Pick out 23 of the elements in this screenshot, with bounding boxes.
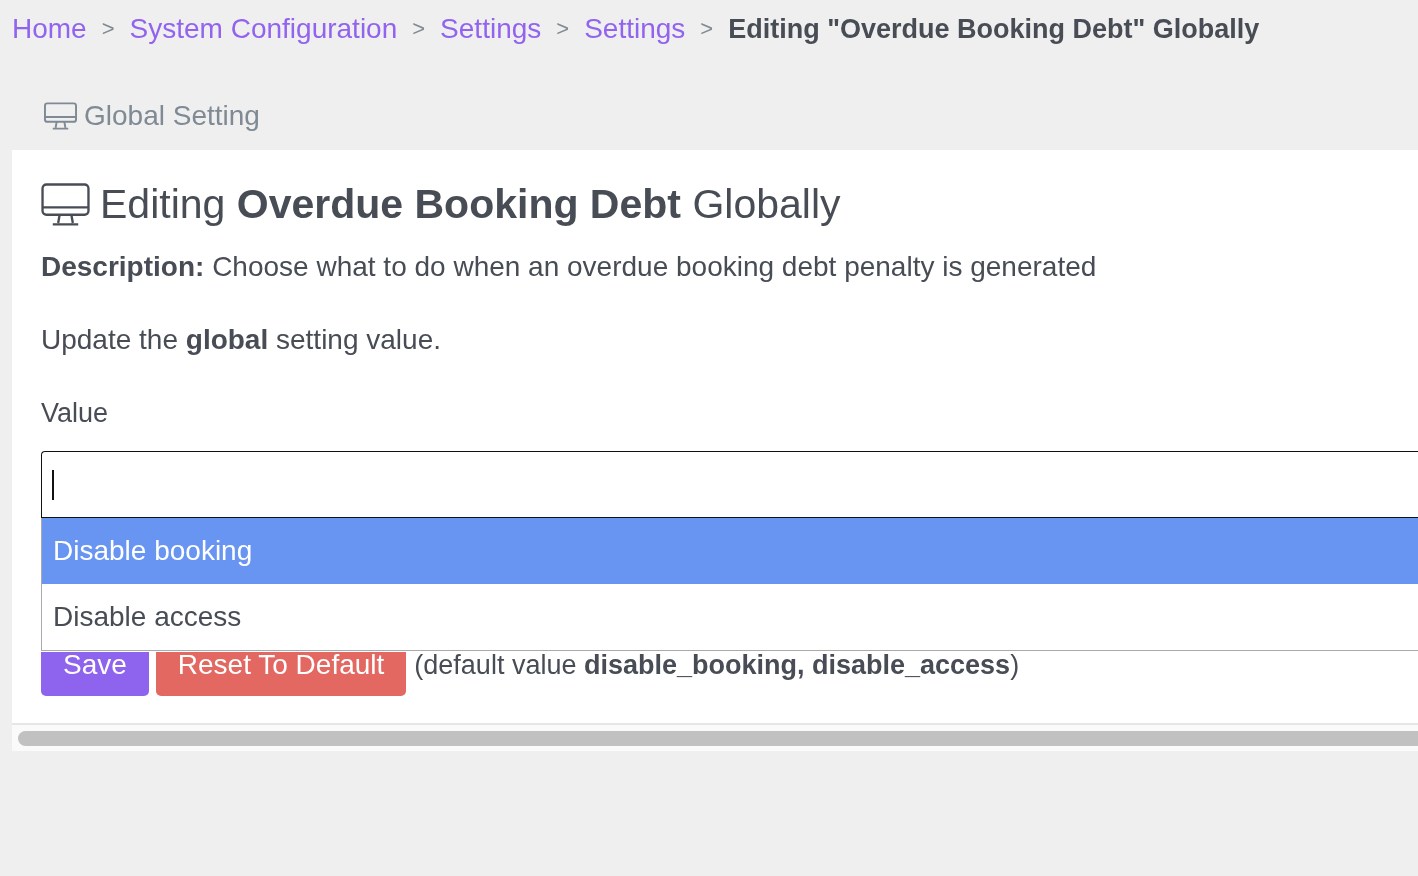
instruction-text: Update the global setting value. [41,323,442,357]
breadcrumb-current: Editing "Overdue Booking Debt" Globally [728,13,1260,46]
text-cursor [52,469,54,500]
value-input-field[interactable] [41,451,1418,518]
reset-button[interactable]: Reset To Default [155,652,407,696]
field-label: Value [41,397,110,430]
breadcrumb-link[interactable]: Settings [440,12,542,46]
breadcrumb-separator: > [412,15,426,43]
horizontal-scrollbar[interactable] [18,731,1418,746]
breadcrumb-separator: > [700,15,714,43]
breadcrumb-separator: > [101,15,115,43]
description-text: Description: Choose what to do when an overdue booking debt penalty is generated [41,250,1098,284]
breadcrumb-link[interactable]: Home [12,12,87,46]
save-button[interactable]: Save [41,652,149,696]
default-value-note: (default value disable_booking, disable_access) [414,652,1020,678]
dropdown-option[interactable]: Disable booking [42,518,1418,584]
monitor-icon [44,102,77,130]
monitor-icon [41,182,90,226]
breadcrumb-separator: > [556,15,570,43]
breadcrumb-link[interactable]: System Configuration [129,12,398,46]
panel-heading: Global Setting [84,100,260,132]
page-title: Editing Overdue Booking Debt Globally [100,180,841,229]
breadcrumb-link[interactable]: Settings [584,12,686,46]
